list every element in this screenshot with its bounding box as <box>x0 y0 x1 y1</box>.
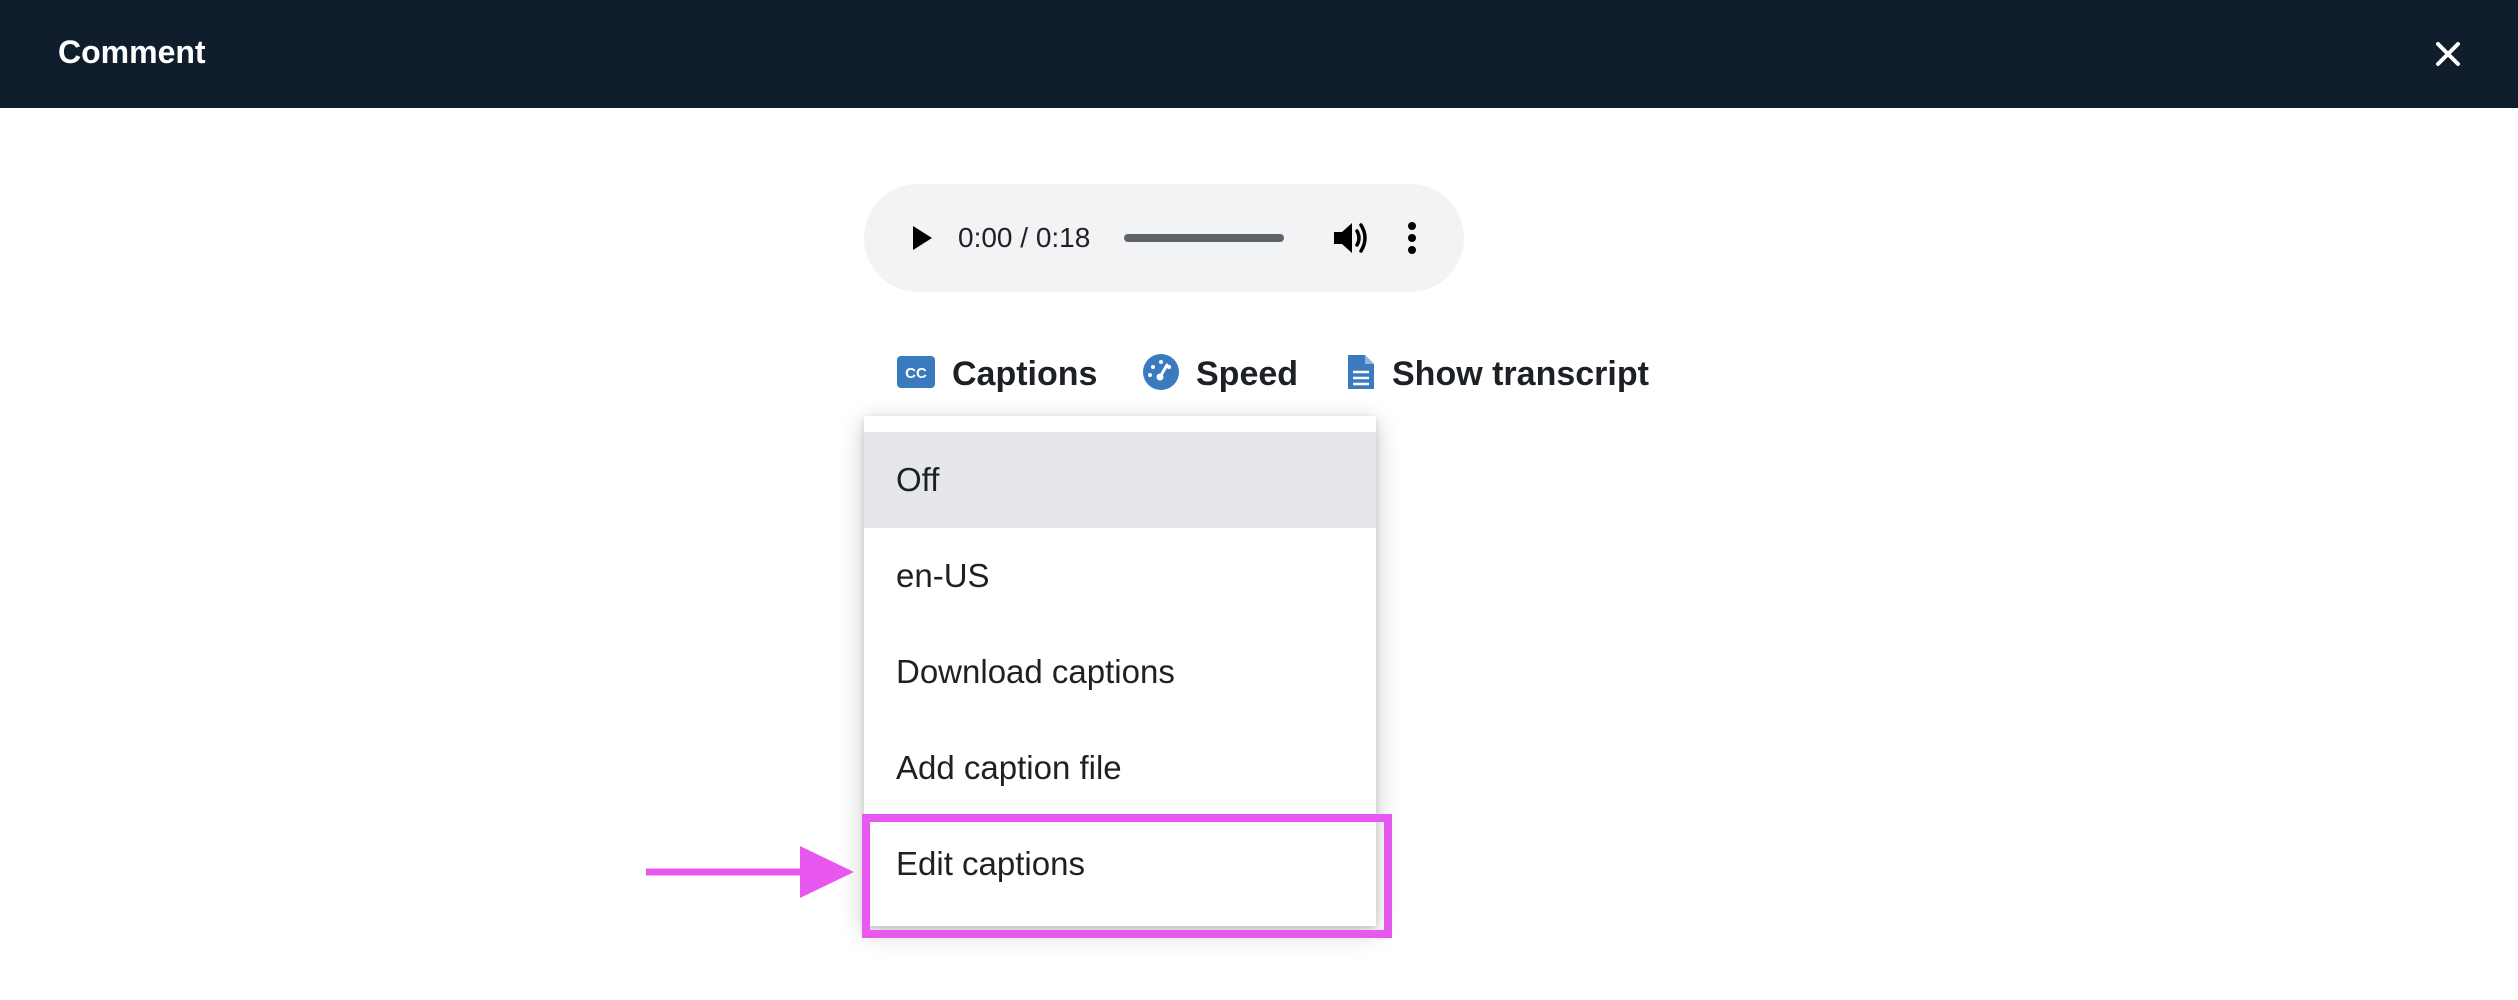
play-button[interactable] <box>896 214 944 262</box>
menu-item-label: en-US <box>896 557 990 594</box>
dialog-header: Comment <box>0 0 2518 108</box>
captions-label: Captions <box>952 355 1098 393</box>
captions-button[interactable]: CC Captions <box>896 348 1097 400</box>
menu-item-label: Edit captions <box>896 845 1085 882</box>
menu-item-download-captions[interactable]: Download captions <box>864 624 1376 720</box>
show-transcript-label: Show transcript <box>1392 355 1649 393</box>
close-button[interactable] <box>2424 30 2472 78</box>
speed-label: Speed <box>1196 355 1299 393</box>
menu-item-label: Download captions <box>896 653 1175 690</box>
progress-slider[interactable] <box>1124 234 1284 242</box>
close-icon <box>2436 42 2460 66</box>
menu-item-en-us[interactable]: en-US <box>864 528 1376 624</box>
menu-item-add-caption-file[interactable]: Add caption file <box>864 720 1376 816</box>
play-icon <box>913 226 932 250</box>
menu-item-label: Off <box>896 461 940 498</box>
menu-item-edit-captions[interactable]: Edit captions <box>864 816 1376 912</box>
volume-button[interactable] <box>1326 214 1374 262</box>
time-display: 0:00 / 0:18 <box>958 222 1091 253</box>
closed-captions-icon: CC <box>896 355 936 394</box>
menu-item-off[interactable]: Off <box>864 432 1376 528</box>
comment-dialog: Comment 0:00 / 0:18 CC Captions Speed Sh… <box>0 0 2518 1000</box>
audio-player: 0:00 / 0:18 <box>864 184 1464 292</box>
show-transcript-button[interactable]: Show transcript <box>1346 348 1649 400</box>
volume-icon <box>1334 223 1367 253</box>
annotation-arrow-icon <box>646 846 854 898</box>
document-icon <box>1346 353 1376 396</box>
dialog-title: Comment <box>58 34 206 70</box>
menu-item-label: Add caption file <box>896 749 1122 786</box>
more-options-button[interactable] <box>1392 214 1432 262</box>
more-vertical-icon <box>1408 222 1416 254</box>
speedometer-icon <box>1142 353 1180 396</box>
svg-text:CC: CC <box>905 365 927 382</box>
captions-menu: Off en-US Download captions Add caption … <box>864 416 1376 926</box>
speed-button[interactable]: Speed <box>1142 348 1298 400</box>
